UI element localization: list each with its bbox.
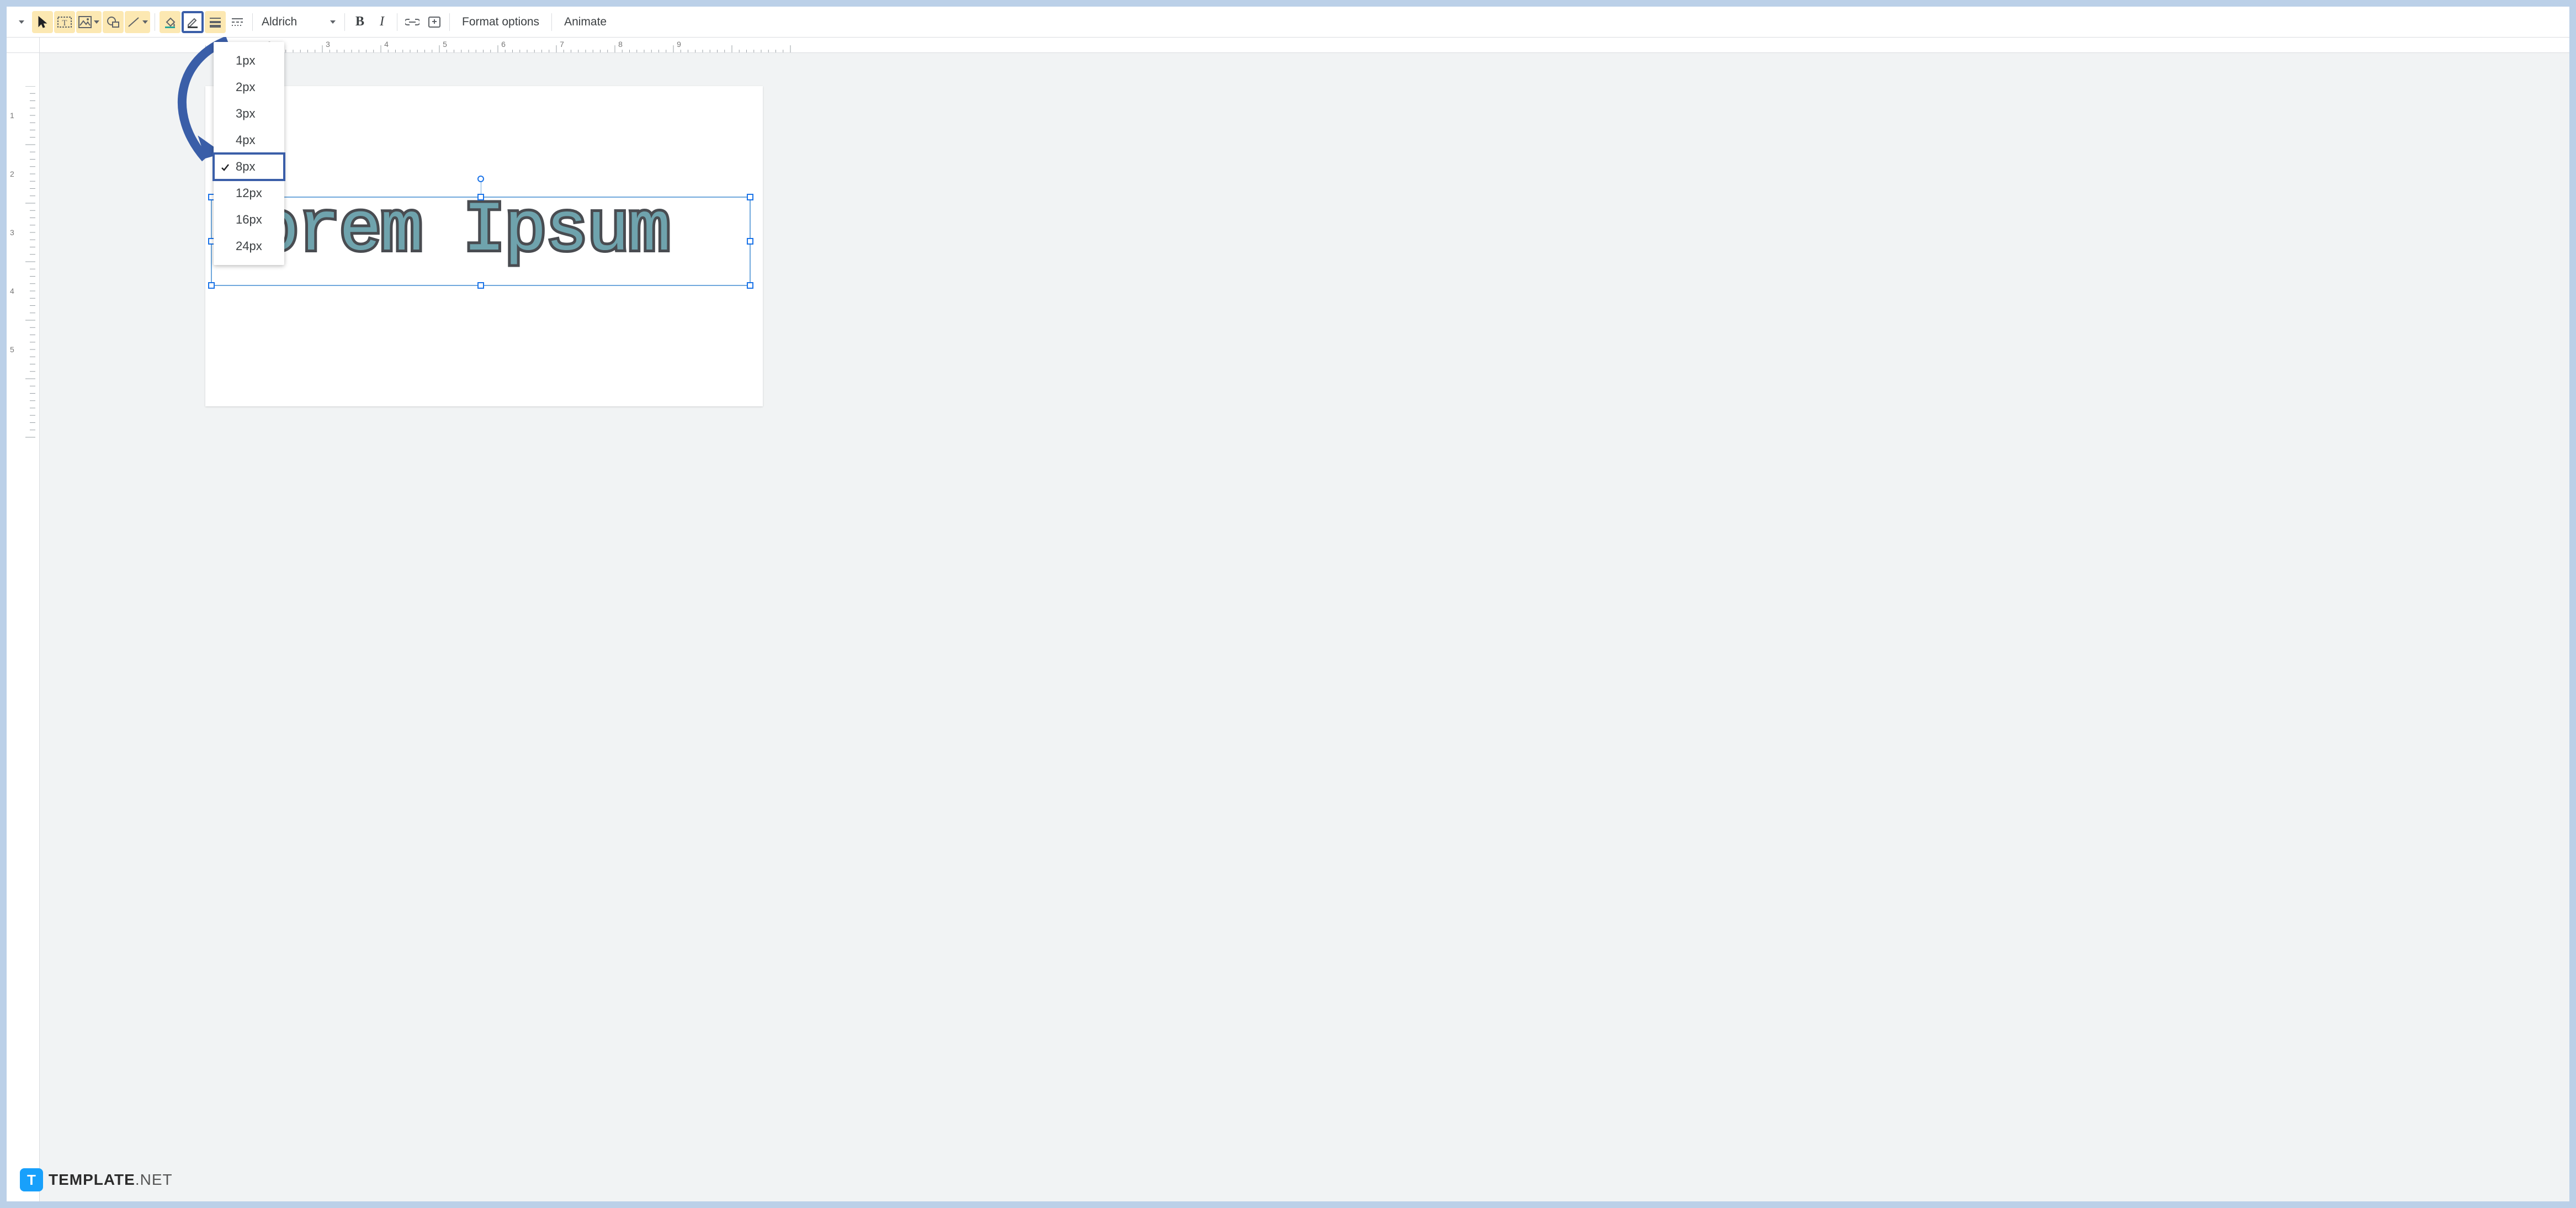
ruler-number: 3 xyxy=(10,228,14,237)
insert-comment-button[interactable] xyxy=(424,11,445,33)
ruler-number: 4 xyxy=(384,40,389,49)
canvas-area[interactable]: Lorem Ipsum Lorem Ipsum xyxy=(40,53,2569,1201)
border-weight-option-selected[interactable]: 8px xyxy=(214,153,284,180)
rotation-handle[interactable] xyxy=(477,176,484,182)
border-weight-option[interactable]: 1px xyxy=(214,47,284,74)
image-tool-button[interactable] xyxy=(76,11,102,33)
line-tool-button[interactable] xyxy=(125,11,150,33)
border-weight-option[interactable]: 2px xyxy=(214,74,284,100)
shape-tool-button[interactable] xyxy=(103,11,124,33)
chevron-down-icon xyxy=(142,20,148,24)
resize-handle-tm[interactable] xyxy=(477,194,484,200)
app-frame: T xyxy=(7,7,2569,1201)
ruler-number: 3 xyxy=(326,40,330,49)
resize-handle-tr[interactable] xyxy=(747,194,753,200)
border-color-button[interactable] xyxy=(182,11,204,33)
watermark-logo: T TEMPLATE.NET xyxy=(20,1168,173,1191)
format-options-button[interactable]: Format options xyxy=(454,11,547,33)
paint-bucket-icon xyxy=(163,15,177,29)
ruler-number: 8 xyxy=(618,40,623,49)
vertical-ruler[interactable]: 1 2 3 4 5 xyxy=(7,53,40,1201)
slide[interactable]: Lorem Ipsum Lorem Ipsum xyxy=(205,86,763,406)
separator xyxy=(252,13,253,31)
resize-handle-mr[interactable] xyxy=(747,238,753,245)
ruler-number: 6 xyxy=(501,40,506,49)
ruler-corner xyxy=(7,38,40,53)
border-weight-option[interactable]: 24px xyxy=(214,233,284,259)
border-weight-option[interactable]: 12px xyxy=(214,180,284,206)
animate-label: Animate xyxy=(564,15,607,29)
watermark-icon: T xyxy=(20,1168,43,1191)
separator xyxy=(449,13,450,31)
ruler-number: 5 xyxy=(443,40,447,49)
watermark-text: TEMPLATE.NET xyxy=(49,1171,173,1189)
border-weight-option[interactable]: 3px xyxy=(214,100,284,127)
toolbar: T xyxy=(7,7,2569,38)
fill-color-button[interactable] xyxy=(160,11,180,33)
separator xyxy=(551,13,552,31)
border-weight-option[interactable]: 16px xyxy=(214,206,284,233)
select-tool-button[interactable] xyxy=(32,11,53,33)
comment-icon xyxy=(428,16,441,28)
insert-link-button[interactable] xyxy=(402,11,423,33)
resize-handle-br[interactable] xyxy=(747,282,753,289)
line-icon xyxy=(127,16,140,28)
ruler-number: 4 xyxy=(10,287,14,295)
border-weight-icon xyxy=(209,17,222,28)
textbox-icon: T xyxy=(57,15,72,29)
border-weight-button[interactable] xyxy=(205,11,226,33)
ruler-number: 7 xyxy=(560,40,564,49)
chevron-down-icon xyxy=(330,20,336,24)
border-weight-dropdown: 1px 2px 3px 4px 8px 12px 16px 24px xyxy=(214,42,284,265)
image-icon xyxy=(78,16,92,28)
resize-handle-bl[interactable] xyxy=(208,282,215,289)
link-icon xyxy=(405,18,419,26)
separator xyxy=(344,13,345,31)
border-dash-icon xyxy=(231,17,244,27)
ruler-number: 2 xyxy=(10,169,14,178)
shape-icon xyxy=(107,16,120,28)
font-name-label: Aldrich xyxy=(262,15,328,29)
font-select[interactable]: Aldrich xyxy=(257,11,340,33)
border-dash-button[interactable] xyxy=(227,11,248,33)
animate-button[interactable]: Animate xyxy=(556,11,614,33)
selection-box[interactable] xyxy=(211,197,751,286)
chevron-down-icon xyxy=(94,20,99,24)
border-weight-option[interactable]: 4px xyxy=(214,127,284,153)
check-icon xyxy=(220,161,230,176)
horizontal-ruler[interactable]: 23456789 xyxy=(40,38,2569,53)
textbox-tool-button[interactable]: T xyxy=(54,11,75,33)
resize-handle-bm[interactable] xyxy=(477,282,484,289)
cursor-icon xyxy=(37,16,48,28)
bold-button[interactable]: B xyxy=(349,11,370,33)
ruler-number: 9 xyxy=(677,40,681,49)
svg-text:T: T xyxy=(62,19,67,28)
toolbar-overflow-dropdown[interactable] xyxy=(10,11,31,33)
italic-button[interactable]: I xyxy=(371,11,392,33)
ruler-number: 1 xyxy=(10,111,14,120)
pencil-icon xyxy=(186,15,199,29)
ruler-number: 5 xyxy=(10,345,14,354)
format-options-label: Format options xyxy=(462,15,539,29)
